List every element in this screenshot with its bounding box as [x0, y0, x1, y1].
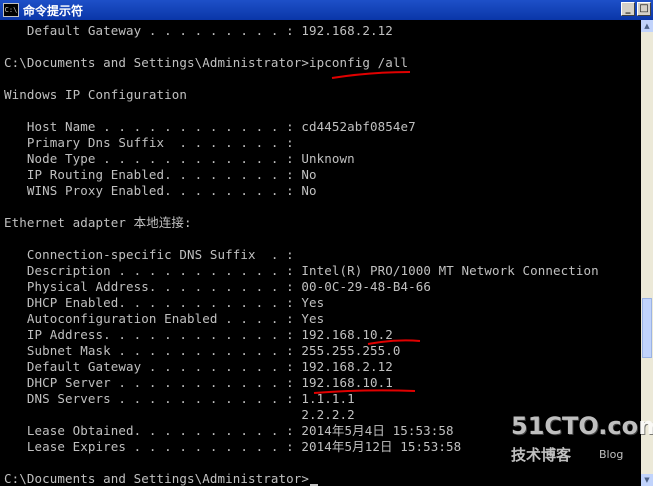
console-line: Subnet Mask . . . . . . . . . . . : 255.…	[4, 343, 401, 358]
console-line: Connection-specific DNS Suffix . :	[4, 247, 294, 262]
console-line: DNS Servers . . . . . . . . . . . : 1.1.…	[4, 391, 355, 406]
console-line: DHCP Server . . . . . . . . . . . : 192.…	[4, 375, 393, 390]
watermark-blog: Blog	[599, 448, 624, 461]
console-line: Physical Address. . . . . . . . . : 00-0…	[4, 279, 432, 294]
console-line: DHCP Enabled. . . . . . . . . . . : Yes	[4, 295, 325, 310]
console-line: Autoconfiguration Enabled . . . . : Yes	[4, 311, 325, 326]
console-line: Ethernet adapter 本地连接:	[4, 215, 192, 230]
console-line: Windows IP Configuration	[4, 87, 188, 102]
watermark-logo: 51CTO.com 技术博客 Blog	[511, 412, 653, 470]
console-line: Host Name . . . . . . . . . . . . : cd44…	[4, 119, 416, 134]
title-bar[interactable]: C:\ 命令提示符 _ □	[0, 0, 653, 20]
console-line: 2.2.2.2	[4, 407, 355, 422]
console-line: C:\Documents and Settings\Administrator>	[4, 471, 319, 486]
cmd-app-icon: C:\	[3, 3, 19, 17]
scrollbar-thumb[interactable]	[642, 298, 652, 358]
console-line: IP Address. . . . . . . . . . . . : 192.…	[4, 327, 393, 342]
scroll-up-arrow-icon[interactable]: ▲	[641, 20, 653, 32]
console-line: WINS Proxy Enabled. . . . . . . . : No	[4, 183, 317, 198]
console-line: Default Gateway . . . . . . . . . : 192.…	[4, 359, 393, 374]
console-line: Default Gateway . . . . . . . . . : 192.…	[4, 23, 393, 38]
console-line: IP Routing Enabled. . . . . . . . : No	[4, 167, 317, 182]
console-line: Node Type . . . . . . . . . . . . : Unkn…	[4, 151, 355, 166]
scroll-down-arrow-icon[interactable]: ▼	[641, 474, 653, 486]
console-line: Lease Expires . . . . . . . . . . : 2014…	[4, 439, 462, 454]
maximize-button[interactable]: □	[637, 2, 651, 16]
console-line: Primary Dns Suffix . . . . . . . :	[4, 135, 294, 150]
minimize-button[interactable]: _	[621, 2, 635, 16]
watermark-brand: 51CTO.com	[511, 412, 653, 440]
window-title: 命令提示符	[23, 3, 84, 18]
console-line: C:\Documents and Settings\Administrator>…	[4, 55, 409, 70]
window-controls: _ □	[621, 2, 651, 16]
watermark-subtitle: 技术博客	[511, 446, 572, 464]
console-line: Lease Obtained. . . . . . . . . . : 2014…	[4, 423, 454, 438]
console-line: Description . . . . . . . . . . . : Inte…	[4, 263, 599, 278]
